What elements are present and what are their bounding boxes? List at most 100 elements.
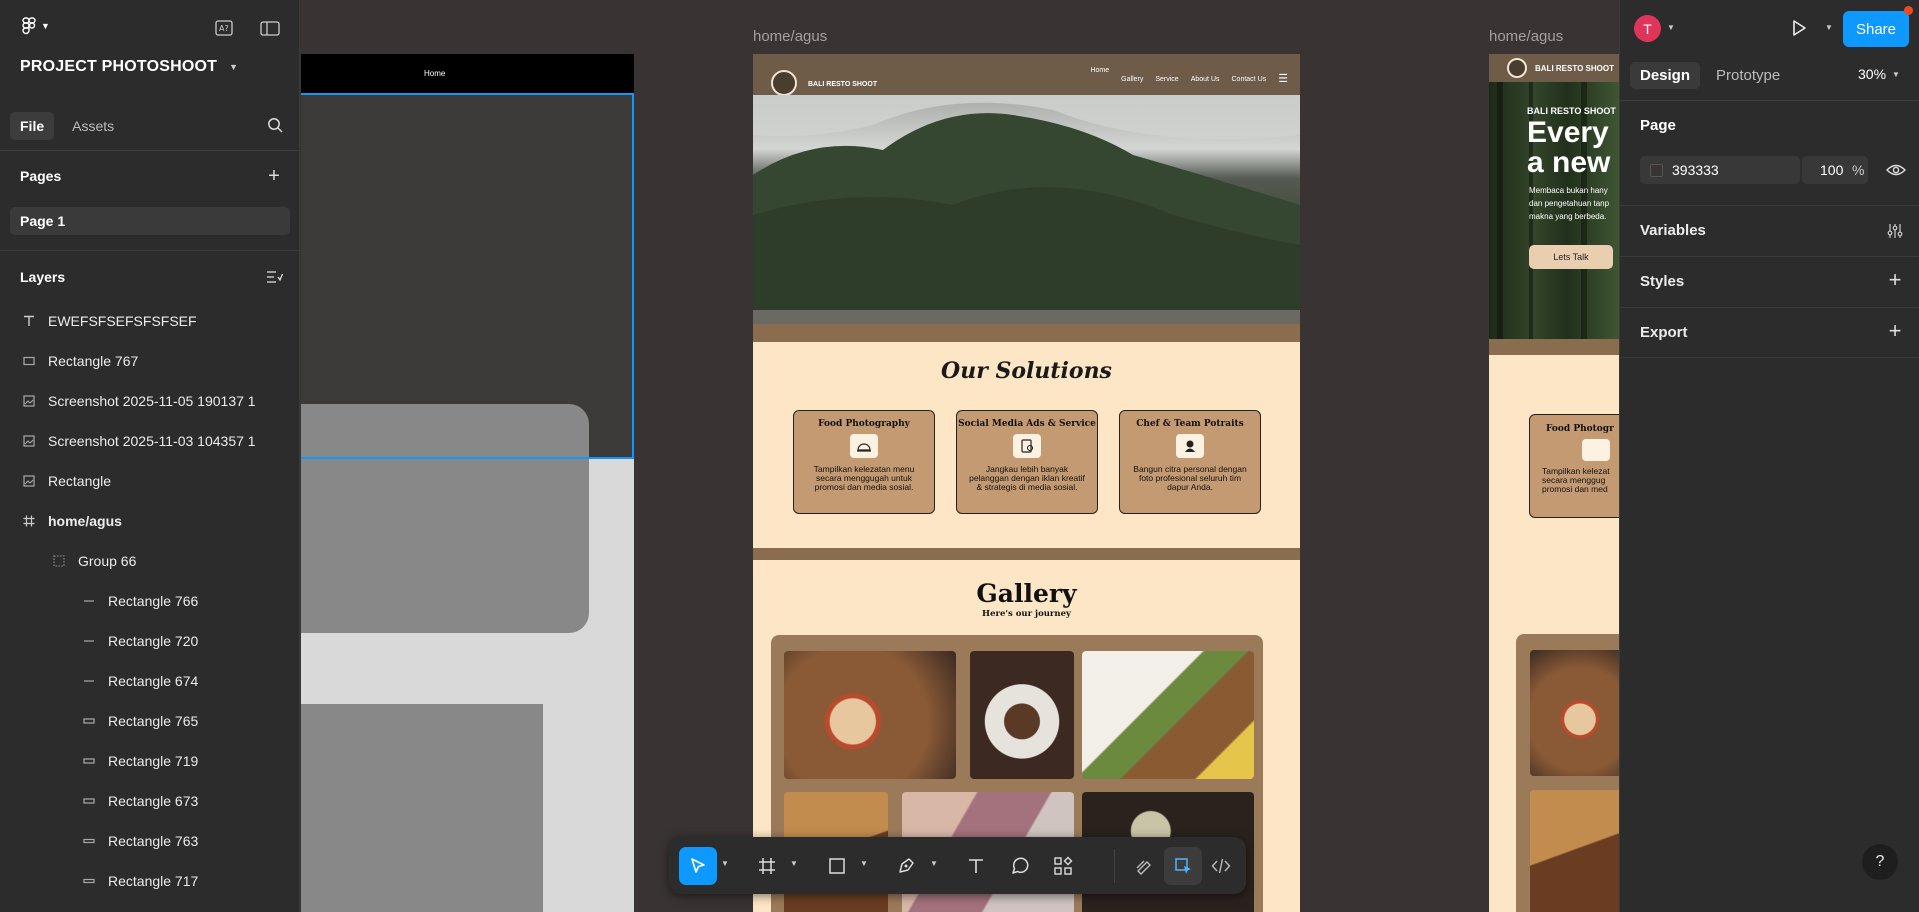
ads-icon	[1013, 434, 1041, 458]
nav-link-service: Service	[1155, 76, 1179, 83]
right-panel: T ▼ ▼ Share Design Prototype 30% ▼ Page …	[1619, 0, 1919, 912]
share-button[interactable]: Share	[1843, 11, 1909, 47]
card-description: Jangkau lebih banyak pelanggan dengan ik…	[969, 464, 1085, 492]
card-description: Tampilkan kelezatan menu secara mengguga…	[813, 464, 915, 492]
chevron-down-icon[interactable]: ▼	[860, 859, 868, 868]
zoom-dropdown[interactable]: 30% ▼	[1858, 66, 1900, 82]
layer-row[interactable]: Rectangle 674	[0, 661, 300, 701]
variables-button[interactable]	[1885, 222, 1905, 240]
camera-logo-icon	[771, 70, 797, 96]
plus-icon: +	[1888, 267, 1902, 292]
text-icon	[969, 859, 983, 873]
move-tool-button[interactable]	[679, 847, 717, 885]
nav-link-about: About Us	[1190, 76, 1220, 83]
tab-design[interactable]: Design	[1630, 62, 1701, 89]
layer-row[interactable]: Rectangle 673	[0, 781, 300, 821]
actions-button[interactable]	[1044, 847, 1082, 885]
chevron-down-icon: ▼	[1892, 69, 1900, 79]
help-button[interactable]: ?	[1862, 844, 1898, 880]
page-opacity-field[interactable]: 100 %	[1802, 156, 1868, 184]
color-swatch[interactable]	[1650, 164, 1663, 177]
gallery-title: Gallery	[976, 579, 1077, 608]
layer-row[interactable]: Rectangle 717	[0, 861, 300, 901]
pen-tool-button[interactable]	[887, 847, 925, 885]
search-button[interactable]	[265, 115, 285, 135]
export-row[interactable]: Export +	[1620, 307, 1919, 358]
rectangle-icon	[82, 714, 96, 728]
frame-left-partial[interactable]: Home	[301, 54, 634, 912]
design-canvas[interactable]: Home home/agus BALI RESTO SHOOT Home Gal…	[301, 0, 1619, 912]
tab-assets[interactable]: Assets	[62, 112, 124, 140]
frame-label[interactable]: home/agus	[1489, 28, 1563, 45]
image-icon	[22, 434, 36, 448]
tree-trunk	[1497, 82, 1503, 339]
shape-tool-button[interactable]	[818, 847, 856, 885]
text-ai-button[interactable]: A?	[214, 18, 234, 38]
frame-tool-button[interactable]	[748, 847, 786, 885]
draw-icon	[1136, 860, 1151, 875]
tab-file[interactable]: File	[10, 112, 55, 140]
styles-heading: Styles	[1640, 273, 1685, 290]
comment-tool-button[interactable]	[1001, 847, 1039, 885]
figma-logo-icon	[22, 17, 36, 35]
layer-row[interactable]: Screenshot 2025-11-05 190137 1	[0, 381, 300, 421]
layer-row[interactable]: Rectangle	[0, 461, 300, 501]
chevron-down-icon[interactable]: ▼	[790, 859, 798, 868]
add-style-button[interactable]: +	[1885, 267, 1905, 292]
project-name-button[interactable]: PROJECT PHOTOSHOOT ▼	[20, 58, 238, 76]
main-menu-button[interactable]: ▼	[18, 16, 54, 36]
page-color-hex: 393333	[1672, 162, 1719, 178]
layer-name: Rectangle 765	[108, 713, 199, 729]
layer-name: Rectangle 763	[108, 833, 199, 849]
page-item[interactable]: Page 1	[10, 207, 290, 235]
rectangle-icon	[82, 754, 96, 768]
brown-band	[753, 324, 1300, 342]
layer-row[interactable]: Rectangle 765	[0, 701, 300, 741]
chevron-down-icon[interactable]: ▼	[721, 859, 729, 868]
layer-row[interactable]: Rectangle 720	[0, 621, 300, 661]
layer-row[interactable]: Rectangle 766	[0, 581, 300, 621]
avatar[interactable]: T	[1634, 15, 1661, 42]
add-page-button[interactable]: +	[264, 165, 284, 187]
layers-filter-button[interactable]	[264, 268, 284, 286]
text-tool-button[interactable]	[957, 847, 995, 885]
grey-rectangle[interactable]	[301, 704, 543, 912]
frame-label[interactable]: home/agus	[753, 28, 827, 45]
divider	[0, 250, 300, 251]
variables-row[interactable]: Variables	[1620, 205, 1919, 256]
left-topbar: ▼ A?	[0, 0, 299, 50]
layers-heading: Layers	[20, 269, 66, 285]
page-color-field[interactable]: 393333	[1640, 156, 1800, 184]
hero-forest-image: BALI RESTO SHOOT Every p a new Membaca b…	[1489, 82, 1619, 339]
tab-prototype[interactable]: Prototype	[1706, 62, 1790, 89]
left-tabs: File Assets	[10, 112, 124, 140]
chevron-down-icon[interactable]: ▼	[930, 859, 938, 868]
svg-text:A?: A?	[219, 24, 229, 33]
visibility-toggle[interactable]	[1885, 161, 1907, 179]
layer-row[interactable]: Rectangle 719	[0, 741, 300, 781]
design-mode-button[interactable]	[1164, 847, 1202, 885]
layer-row[interactable]: Screenshot 2025-11-03 104357 1	[0, 421, 300, 461]
frame-home-agus[interactable]: BALI RESTO SHOOT Home Gallery Service Ab…	[753, 54, 1300, 912]
layer-row[interactable]: Rectangle 763	[0, 821, 300, 861]
brown-band	[753, 548, 1300, 560]
layer-name: Rectangle 766	[108, 593, 199, 609]
dev-mode-button[interactable]	[1202, 847, 1240, 885]
layer-row[interactable]: EWEFSFSEFSFSFSEF	[0, 301, 300, 341]
layer-row[interactable]: home/agus	[0, 501, 300, 541]
styles-row[interactable]: Styles +	[1620, 256, 1919, 307]
layer-name: Rectangle 719	[108, 753, 199, 769]
layer-row[interactable]: Group 66	[0, 541, 300, 581]
opacity-value: 100	[1820, 162, 1844, 178]
add-export-button[interactable]: +	[1885, 318, 1905, 343]
image-icon	[22, 394, 36, 408]
divider	[1114, 849, 1115, 883]
hero-mountain-image	[753, 95, 1300, 340]
chevron-down-icon[interactable]: ▼	[1667, 23, 1675, 32]
toggle-sidebar-button[interactable]	[259, 18, 281, 38]
present-button[interactable]	[1789, 18, 1809, 38]
chevron-down-icon[interactable]: ▼	[1825, 23, 1833, 32]
frame-right-partial[interactable]: BALI RESTO SHOOT BALI RESTO SHOOT Every …	[1489, 54, 1619, 912]
layer-row[interactable]: Rectangle 767	[0, 341, 300, 381]
draw-mode-button[interactable]	[1126, 847, 1164, 885]
